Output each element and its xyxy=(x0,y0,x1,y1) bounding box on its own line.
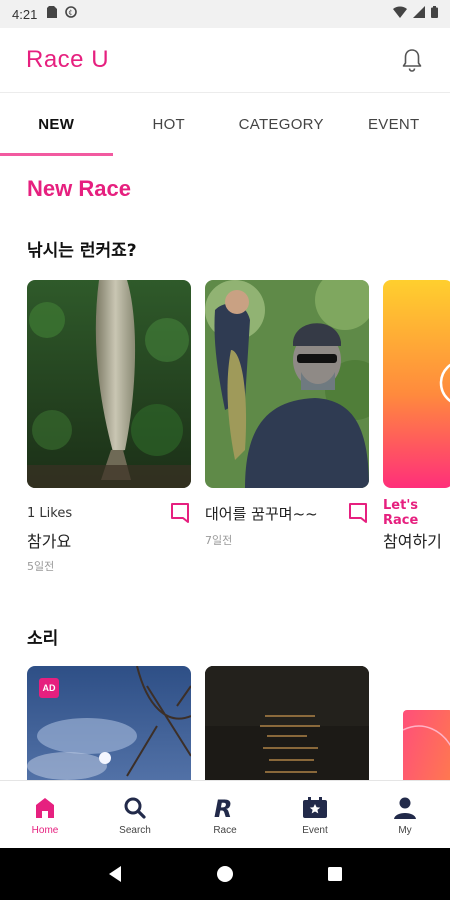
nav-search[interactable]: Search xyxy=(90,781,180,848)
status-time: 4:21 xyxy=(12,6,38,22)
race-card[interactable] xyxy=(205,666,369,780)
race-card[interactable]: AD xyxy=(27,666,191,780)
race-card-row: AD xyxy=(27,666,450,780)
card-title: 참가요 xyxy=(27,532,72,551)
nav-search-label: Search xyxy=(119,824,151,836)
group-title: 낚시는 런커죠? xyxy=(27,241,137,261)
card-title: 대어를 꿈꾸며~~ xyxy=(205,504,318,523)
person-icon xyxy=(391,794,419,822)
screen: 4:21 ¢ Race U NEW HOT CATEGORY EVENT New… xyxy=(0,0,450,900)
race-card-photo[interactable] xyxy=(205,666,369,780)
nav-my[interactable]: My xyxy=(360,781,450,848)
race-card-photo[interactable] xyxy=(205,280,369,488)
section-title: New Race xyxy=(27,176,131,201)
bookmark-icon[interactable] xyxy=(169,502,191,524)
top-tabs: NEW HOT CATEGORY EVENT xyxy=(0,92,450,156)
search-icon xyxy=(121,794,149,822)
home-icon xyxy=(31,794,59,822)
tab-new[interactable]: NEW xyxy=(0,93,113,156)
race-card[interactable] xyxy=(403,666,450,780)
nav-race[interactable]: R Race xyxy=(180,781,270,848)
card-date: 5일전 xyxy=(27,560,55,573)
battery-icon xyxy=(431,6,438,22)
data-saver-icon: ¢ xyxy=(65,6,78,22)
back-icon[interactable] xyxy=(103,862,127,886)
tab-hot[interactable]: HOT xyxy=(113,93,226,156)
event-calendar-icon xyxy=(301,794,329,822)
race-logo-icon: R xyxy=(211,794,239,822)
race-card-photo[interactable]: AD xyxy=(27,666,191,780)
ad-badge: AD xyxy=(39,678,59,698)
nav-my-label: My xyxy=(398,824,412,836)
wifi-icon xyxy=(393,6,407,22)
likes-count: 1 Likes xyxy=(27,505,73,521)
race-card[interactable]: 대어를 꿈꾸며~~ 7일전 xyxy=(205,280,369,574)
lets-race-label: Let's Race xyxy=(383,498,419,528)
signal-icon xyxy=(413,6,425,22)
main-content: New Race 낚시는 런커죠? 1 Likes 참가요 5일전 대어를 꿈꾸… xyxy=(0,156,450,780)
svg-text:¢: ¢ xyxy=(69,9,73,17)
race-card-row: 1 Likes 참가요 5일전 대어를 꿈꾸며~~ 7일전 Let's Race… xyxy=(27,280,450,574)
race-card[interactable]: 1 Likes 참가요 5일전 xyxy=(27,280,191,574)
status-bar: 4:21 ¢ xyxy=(0,0,450,28)
nav-home[interactable]: Home xyxy=(0,781,90,848)
card-meta: Let's Race xyxy=(383,498,450,528)
bottom-nav: Home Search R Race Event My xyxy=(0,780,450,848)
card-date: 7일전 xyxy=(205,534,233,547)
svg-text:R: R xyxy=(214,796,232,820)
home-circle-icon[interactable] xyxy=(213,862,237,886)
nav-event[interactable]: Event xyxy=(270,781,360,848)
nav-race-label: Race xyxy=(213,824,237,836)
card-title: 참여하기 xyxy=(383,532,442,551)
bookmark-icon[interactable] xyxy=(347,502,369,524)
lets-race-banner[interactable] xyxy=(383,280,450,488)
group-title: 소리 xyxy=(27,629,59,649)
card-meta: 1 Likes xyxy=(27,502,191,524)
race-card-photo[interactable] xyxy=(403,710,450,780)
sim-card-icon xyxy=(47,6,58,22)
system-nav-bar xyxy=(0,848,450,900)
nav-home-label: Home xyxy=(31,824,59,836)
notification-bell-icon[interactable] xyxy=(400,47,424,73)
race-card-photo[interactable] xyxy=(27,280,191,488)
tab-event[interactable]: EVENT xyxy=(338,93,450,156)
app-bar: Race U xyxy=(0,28,450,92)
lets-race-card[interactable]: Let's Race 참여하기 xyxy=(383,280,450,574)
tab-category[interactable]: CATEGORY xyxy=(225,93,338,156)
app-logo: Race U xyxy=(26,46,110,73)
nav-event-label: Event xyxy=(302,824,328,836)
recents-square-icon[interactable] xyxy=(323,862,347,886)
card-meta: 대어를 꿈꾸며~~ xyxy=(205,502,369,524)
